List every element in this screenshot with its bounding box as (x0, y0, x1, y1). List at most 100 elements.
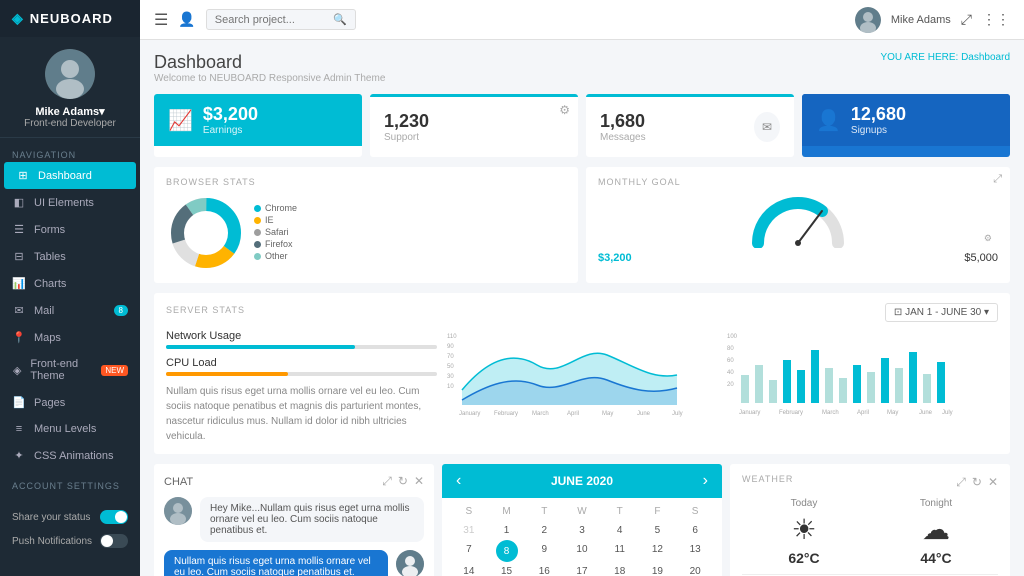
chat-header-icons: ⤢ ↻ ✕ (382, 474, 424, 489)
sidebar-item-css-animations[interactable]: ✦ CSS Animations (0, 442, 140, 469)
mail-icon: ✉ (12, 304, 26, 317)
network-usage-fill (166, 345, 355, 349)
share-status-label: Share your status (12, 512, 90, 523)
signups-icon: 👤 (816, 108, 841, 133)
bar (825, 368, 833, 403)
sidebar-item-forms[interactable]: ☰ Forms (0, 216, 140, 243)
weather-today: Today ☀ 62°C (742, 498, 866, 566)
calendar-cell[interactable]: 2 (525, 521, 563, 540)
calendar-cell[interactable]: 14 (450, 562, 488, 576)
calendar-cell[interactable]: 17 (563, 562, 601, 576)
push-notifications-toggle[interactable] (100, 534, 128, 548)
signups-value: 12,680 (851, 104, 906, 125)
signups-card: 👤 12,680 Signups (802, 94, 1010, 157)
sidebar-profile: Mike Adams▾ Front-end Developer (0, 37, 140, 138)
calendar-cell[interactable]: 19 (639, 562, 677, 576)
calendar-cell[interactable]: 3 (563, 521, 601, 540)
forms-icon: ☰ (12, 223, 26, 236)
expand-icon[interactable]: ⤢ (961, 11, 972, 28)
weather-refresh-icon[interactable]: ↻ (972, 475, 982, 490)
browser-stats-card: BROWSER STATS (154, 167, 578, 283)
goal-expand-icon[interactable]: ⤢ (993, 173, 1002, 186)
calendar-cell[interactable]: 6 (676, 521, 714, 540)
sidebar-item-frontend-theme[interactable]: ◈ Front-end Theme NEW (0, 351, 140, 389)
svg-text:100: 100 (727, 334, 738, 340)
sidebar-item-ui-elements[interactable]: ◧ UI Elements (0, 189, 140, 216)
server-grid: Network Usage CPU Load Nullam quis risus… (166, 330, 998, 444)
bar (867, 372, 875, 403)
weather-header-icons: ⤢ ↻ ✕ (956, 475, 998, 490)
calendar-cell[interactable]: 10 (563, 540, 601, 562)
calendar-prev-button[interactable]: ‹ (456, 472, 461, 490)
calendar-cell[interactable]: 15 (488, 562, 526, 576)
avatar (45, 49, 95, 99)
menu-toggle-button[interactable]: ☰ (154, 10, 168, 30)
sidebar-item-maps[interactable]: 📍 Maps (0, 324, 140, 351)
sidebar-item-label: Charts (34, 278, 66, 290)
grid-menu-icon[interactable]: ⋮⋮ (982, 11, 1010, 28)
goal-target: $5,000 (964, 252, 998, 264)
sidebar-item-dashboard[interactable]: ⊞ Dashboard (4, 162, 136, 189)
server-stats-header: SERVER STATS ⊡ JAN 1 - JUNE 30 ▾ (166, 303, 998, 322)
earnings-icon: 📈 (168, 108, 193, 133)
sidebar-item-label: UI Elements (34, 197, 94, 209)
sidebar-item-charts[interactable]: 📊 Charts (0, 270, 140, 297)
monthly-goal-card: MONTHLY GOAL ⤢ ⚙ (586, 167, 1010, 283)
topbar-user-icon[interactable]: 👤 (178, 11, 195, 28)
messages-label: Messages (600, 132, 646, 143)
calendar-cell[interactable]: 4 (601, 521, 639, 540)
support-settings-icon[interactable]: ⚙ (559, 103, 570, 117)
svg-text:30: 30 (447, 374, 454, 380)
sidebar-item-label: Pages (34, 397, 65, 409)
calendar-cell[interactable]: 11 (601, 540, 639, 562)
search-input[interactable] (215, 14, 328, 26)
calendar-next-button[interactable]: › (703, 472, 708, 490)
chat-header: CHAT ⤢ ↻ ✕ (164, 474, 424, 489)
chat-expand-icon[interactable]: ⤢ (382, 474, 392, 489)
sidebar-item-menu-levels[interactable]: ≡ Menu Levels (0, 416, 140, 442)
chat-refresh-icon[interactable]: ↻ (398, 474, 408, 489)
bar (797, 370, 805, 403)
calendar-cell[interactable]: 12 (639, 540, 677, 562)
calendar-cell[interactable]: 13 (676, 540, 714, 562)
svg-text:January: January (739, 410, 760, 416)
weather-close-icon[interactable]: ✕ (988, 475, 998, 490)
calendar-cell[interactable]: 5 (639, 521, 677, 540)
calendar-cell[interactable]: 9 (525, 540, 563, 562)
chat-section: CHAT ⤢ ↻ ✕ Hey Mike...Nullam quis risus … (154, 464, 434, 576)
chat-title: CHAT (164, 476, 193, 488)
chat-close-icon[interactable]: ✕ (414, 474, 424, 489)
date-range-selector[interactable]: ⊡ JAN 1 - JUNE 30 ▾ (885, 303, 998, 322)
calendar-cell[interactable]: 1 (488, 521, 526, 540)
calendar-today-cell[interactable]: 8 (496, 540, 518, 562)
calendar-cell[interactable]: 16 (525, 562, 563, 576)
ui-elements-icon: ◧ (12, 196, 26, 209)
new-badge: NEW (101, 365, 128, 376)
server-stats-title: SERVER STATS (166, 305, 245, 315)
server-description: Nullam quis risus eget urna mollis ornar… (166, 384, 437, 444)
svg-text:70: 70 (447, 354, 454, 360)
gauge-wrap: ⚙ (598, 193, 998, 248)
support-label: Support (384, 132, 429, 143)
bar (839, 378, 847, 403)
signups-label: Signups (851, 125, 906, 136)
sidebar-item-tables[interactable]: ⊟ Tables (0, 243, 140, 270)
share-status-toggle[interactable] (100, 510, 128, 524)
goal-gear-icon[interactable]: ⚙ (984, 233, 992, 244)
weather-expand-icon[interactable]: ⤢ (956, 475, 966, 490)
sidebar-item-pages[interactable]: 📄 Pages (0, 389, 140, 416)
network-usage-label: Network Usage (166, 330, 437, 342)
calendar-cell[interactable]: 18 (601, 562, 639, 576)
calendar-cell[interactable]: 7 (450, 540, 488, 562)
svg-text:July: July (942, 410, 953, 416)
calendar-cell[interactable]: 20 (676, 562, 714, 576)
svg-text:March: March (532, 411, 549, 417)
bar (937, 362, 945, 403)
svg-text:May: May (887, 410, 898, 416)
support-card: 1,230 Support ⚙ (370, 94, 578, 157)
goal-current: $3,200 (598, 252, 632, 264)
cpu-load-label: CPU Load (166, 357, 437, 369)
tonight-icon: ☁ (874, 513, 998, 546)
bar (881, 358, 889, 403)
sidebar-item-mail[interactable]: ✉ Mail 8 (0, 297, 140, 324)
